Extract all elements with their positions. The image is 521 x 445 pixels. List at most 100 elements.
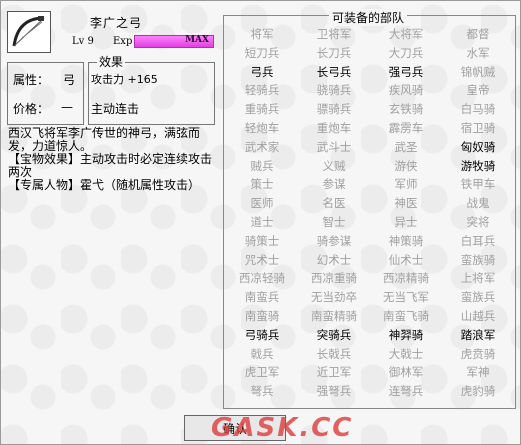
- unit-item: 玄铁骑: [388, 102, 424, 117]
- unit-item: 弓兵: [250, 64, 274, 79]
- effect-skill: 主动连击: [91, 102, 140, 116]
- item-lore: 西汉飞将军李广传世的神弓，满弦而发，力道惊人。: [8, 126, 201, 153]
- unit-item: 轻骑兵: [244, 83, 280, 98]
- item-name: 李广之弓: [90, 16, 143, 30]
- unit-item: 山越兵: [460, 308, 496, 323]
- item-info-window: 李广之弓 Lv 9 Exp MAX 属性： 弓 价格： — 效果 攻击力 +16…: [0, 0, 521, 445]
- unit-item: 骑策士: [244, 233, 280, 248]
- unit-item: 游牧骑: [460, 158, 496, 173]
- exclusive-character: 【专属人物】霍弋（随机属性攻击）: [8, 178, 201, 192]
- unit-item: 军神: [466, 365, 490, 380]
- unit-item: 神羿骑: [388, 327, 424, 342]
- unit-item: 无当飞军: [383, 290, 429, 305]
- unit-item: 铁甲车: [460, 177, 496, 192]
- unit-item: 白耳兵: [460, 233, 496, 248]
- unit-item: 西凉精骑: [383, 271, 429, 286]
- unit-item: 近卫军: [316, 365, 352, 380]
- unit-item: 水军: [466, 45, 490, 60]
- unit-item: 宿卫骑: [460, 120, 496, 135]
- unit-item: 义贼: [322, 158, 346, 173]
- unit-item: 战鬼: [466, 196, 490, 211]
- unit-item: 武斗士: [316, 139, 352, 154]
- unit-item: 连弩兵: [388, 384, 424, 399]
- unit-item: 策士: [250, 177, 274, 192]
- unit-item: 咒术士: [244, 252, 280, 267]
- unit-item: 突将: [466, 214, 490, 229]
- unit-item: 卫将军: [316, 27, 352, 41]
- exp-value: MAX: [185, 35, 209, 45]
- unit-item: 游侠: [394, 158, 418, 173]
- unit-item: 大戟士: [388, 346, 424, 361]
- unit-item: 无当劲卒: [311, 290, 357, 305]
- site-watermark: GASK.CC: [211, 413, 354, 443]
- unit-item: 异士: [394, 214, 418, 229]
- unit-item: 强弓兵: [388, 64, 424, 79]
- unit-item: 将军: [250, 27, 274, 41]
- unit-item: 南蛮飞骑: [383, 308, 429, 323]
- unit-item: 贼兵: [250, 158, 274, 173]
- unit-item: 短刀兵: [244, 45, 280, 60]
- unit-item: 匈奴骑: [460, 139, 496, 154]
- unit-item: 虎贲骑: [460, 346, 496, 361]
- unit-item: 武圣: [394, 139, 418, 154]
- unit-item: 西凉重骑: [311, 271, 357, 286]
- unit-item: 神医: [394, 196, 418, 211]
- price-label: 价格：: [13, 102, 50, 116]
- unit-item: 白马骑: [460, 102, 496, 117]
- unit-item: 参谋: [322, 177, 346, 192]
- unit-item: 弩兵: [250, 384, 274, 399]
- unit-item: 蛮族兵: [460, 290, 496, 305]
- type-label: 属性：: [13, 73, 50, 87]
- unit-item: 弓骑兵: [244, 327, 280, 342]
- unit-item: 道士: [250, 214, 274, 229]
- unit-item: 疾风骑: [388, 83, 424, 98]
- unit-item: 神策骑: [388, 233, 424, 248]
- item-level: Lv 9: [72, 36, 94, 47]
- price-value: —: [61, 100, 73, 114]
- unit-item: 皇帝: [466, 83, 490, 98]
- unit-item: 重骑兵: [244, 102, 280, 117]
- treasure-effect: 【宝物效果】主动攻击时必定连续攻击两次: [8, 152, 213, 179]
- unit-item: 虎豹骑: [460, 384, 496, 399]
- unit-item: 锦帆贼: [460, 64, 496, 79]
- unit-item: 武术家: [244, 139, 280, 154]
- unit-item: 智士: [322, 214, 346, 229]
- unit-item: 仙术士: [388, 252, 424, 267]
- unit-item: 霹雳车: [388, 120, 424, 135]
- unit-item: 重炮车: [316, 120, 352, 135]
- bow-item-icon: [7, 11, 51, 53]
- unit-item: 戟兵: [250, 346, 274, 361]
- effect-title: 效果: [97, 53, 126, 70]
- unit-item: 幻术士: [316, 252, 352, 267]
- unit-item: 都督: [466, 27, 490, 41]
- unit-item: 轻炮车: [244, 120, 280, 135]
- unit-item: 虎卫军: [244, 365, 280, 380]
- unit-item: 蛮族骑: [460, 252, 496, 267]
- unit-item: 西凉轻骑: [239, 271, 285, 286]
- item-description: 西汉飞将军李广传世的神弓，满弦而发，力道惊人。 【宝物效果】主动攻击时必定连续攻…: [8, 127, 218, 192]
- unit-item: 南蛮精骑: [311, 308, 357, 323]
- unit-item: 大将军: [388, 27, 424, 41]
- units-grid: 将军 卫将军 大将军 都督短刀兵 长刀兵 大刀兵 水军弓兵 长弓兵 强弓兵 锦帆贼轻骑兵 骁骑兵 疾风…: [226, 26, 516, 402]
- unit-item: 长刀兵: [316, 45, 352, 60]
- exp-label: Exp: [113, 36, 133, 47]
- unit-item: 踏浪军: [460, 327, 496, 342]
- unit-item: 长戟兵: [316, 346, 352, 361]
- unit-item: 御林军: [388, 365, 424, 380]
- unit-item: 南蛮兵: [244, 290, 280, 305]
- unit-item: 南蛮骑: [244, 308, 280, 323]
- unit-item: 骠骑兵: [316, 102, 352, 117]
- unit-item: 长弓兵: [316, 64, 352, 79]
- unit-item: 军师: [394, 177, 418, 192]
- type-value: 弓: [63, 73, 76, 87]
- exp-bar: MAX: [134, 35, 214, 48]
- unit-item: 强弩兵: [316, 384, 352, 399]
- unit-item: 上将军: [460, 271, 496, 286]
- unit-item: 骑参谋: [316, 233, 352, 248]
- unit-item: 名医: [322, 196, 346, 211]
- unit-item: 骁骑兵: [316, 83, 352, 98]
- units-title: 可装备的部队: [329, 9, 408, 26]
- unit-item: 大刀兵: [388, 45, 424, 60]
- unit-item: 突骑兵: [316, 327, 352, 342]
- effect-stat: 攻击力 +165: [91, 73, 158, 86]
